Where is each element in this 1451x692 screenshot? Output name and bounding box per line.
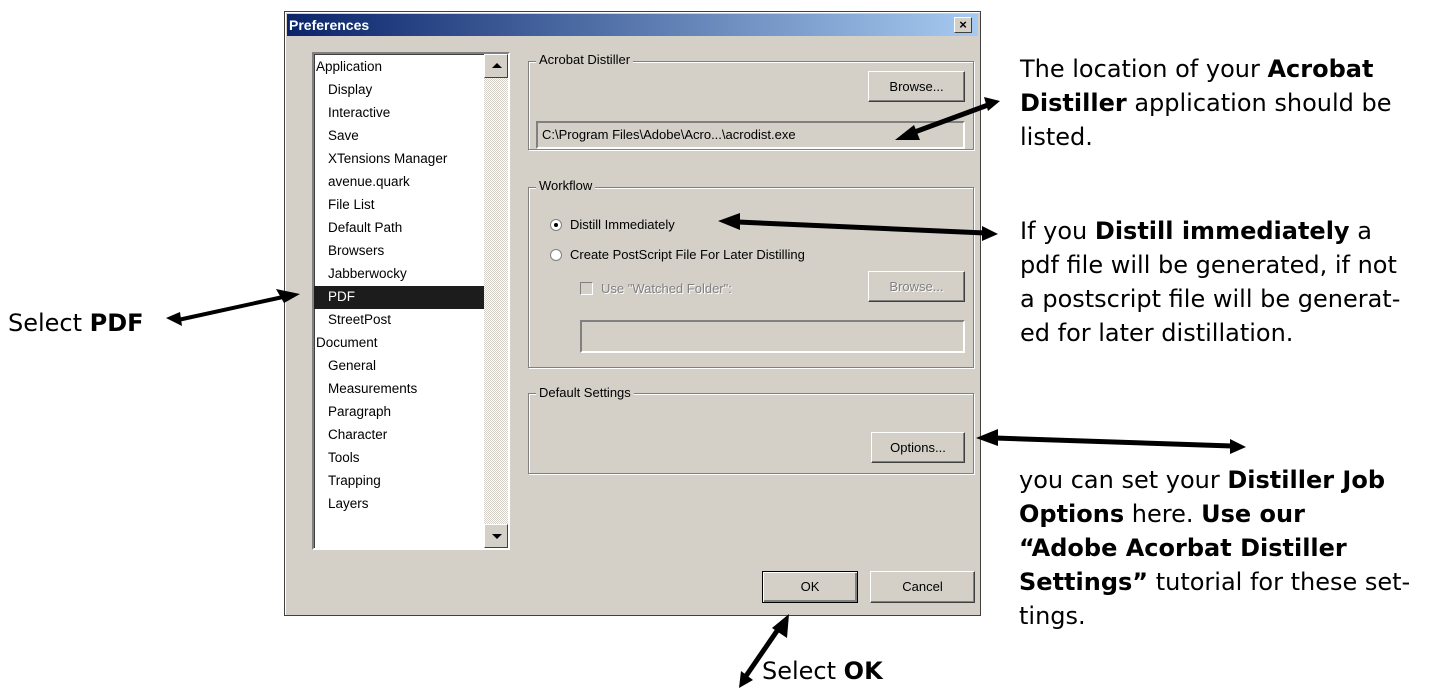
distiller-location-note: The location of your Acrobat Distiller a… (1020, 55, 1392, 151)
job-options-note: you can set your Distiller Job Options h… (1019, 466, 1411, 630)
select-ok-note: Select OK (762, 657, 883, 685)
distill-immediately-note: If you Distill immediately a pdf file wi… (1020, 217, 1401, 347)
arrow-to-distill-immediately (718, 213, 998, 241)
select-pdf-note: Select PDF (8, 309, 144, 337)
arrow-to-pdf (166, 289, 300, 326)
arrow-to-options (976, 429, 1246, 454)
arrow-to-distiller-path (895, 97, 1000, 140)
